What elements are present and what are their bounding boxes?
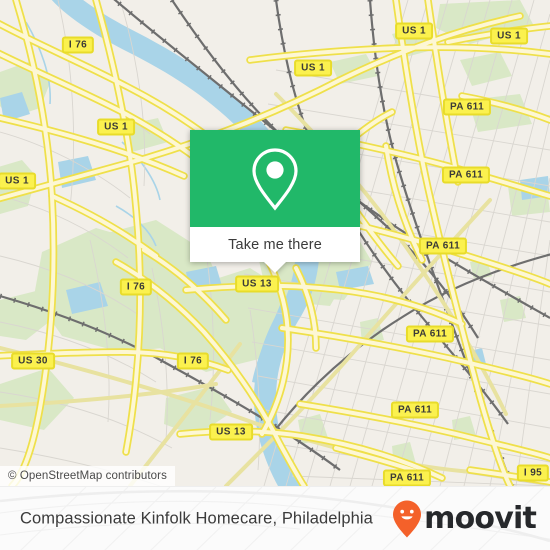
highway-shield: US 13 xyxy=(235,275,279,293)
moovit-wordmark: moovit xyxy=(424,500,537,536)
highway-shield: PA 611 xyxy=(441,166,491,184)
popup-header xyxy=(190,130,360,227)
highway-shield: PA 611 xyxy=(442,98,492,116)
map-attribution[interactable]: © OpenStreetMap contributors xyxy=(0,466,175,486)
location-popup[interactable]: Take me there xyxy=(190,130,360,273)
highway-shield: PA 611 xyxy=(418,237,468,255)
screenshot-root: I 76 US 1 US 1 US 1 PA 611 US 1 PA 611 US 1 PA 6… xyxy=(0,0,550,550)
highway-shield: US 30 xyxy=(11,352,55,370)
highway-shield: US 13 xyxy=(209,423,253,441)
highway-shield: PA 611 xyxy=(382,469,432,486)
highway-shield: I 95 xyxy=(516,464,550,482)
highway-shield: I 76 xyxy=(119,278,153,296)
highway-shield: PA 611 xyxy=(390,401,440,419)
map-canvas[interactable]: I 76 US 1 US 1 US 1 PA 611 US 1 PA 611 US 1 PA 6… xyxy=(0,0,550,486)
popup-cta-label: Take me there xyxy=(228,236,322,253)
highway-shield: US 1 xyxy=(294,59,332,77)
moovit-smiley-pin-icon xyxy=(393,500,422,537)
highway-shield: US 1 xyxy=(0,172,36,190)
moovit-logo[interactable]: moovit xyxy=(391,499,537,539)
highway-shield: US 1 xyxy=(97,118,135,136)
popup-cta[interactable]: Take me there xyxy=(190,227,360,273)
highway-shield: I 76 xyxy=(61,36,95,54)
highway-shield: US 1 xyxy=(490,27,528,45)
place-title: Compassionate Kinfolk Homecare, Philadel… xyxy=(20,509,373,527)
highway-shield: US 1 xyxy=(395,22,433,40)
highway-shield: PA 611 xyxy=(405,325,455,343)
footer-bar: Compassionate Kinfolk Homecare, Philadel… xyxy=(0,486,550,550)
map-pin-icon xyxy=(252,147,298,211)
highway-shield: I 76 xyxy=(176,352,210,370)
popup-pointer-tail xyxy=(264,262,286,273)
